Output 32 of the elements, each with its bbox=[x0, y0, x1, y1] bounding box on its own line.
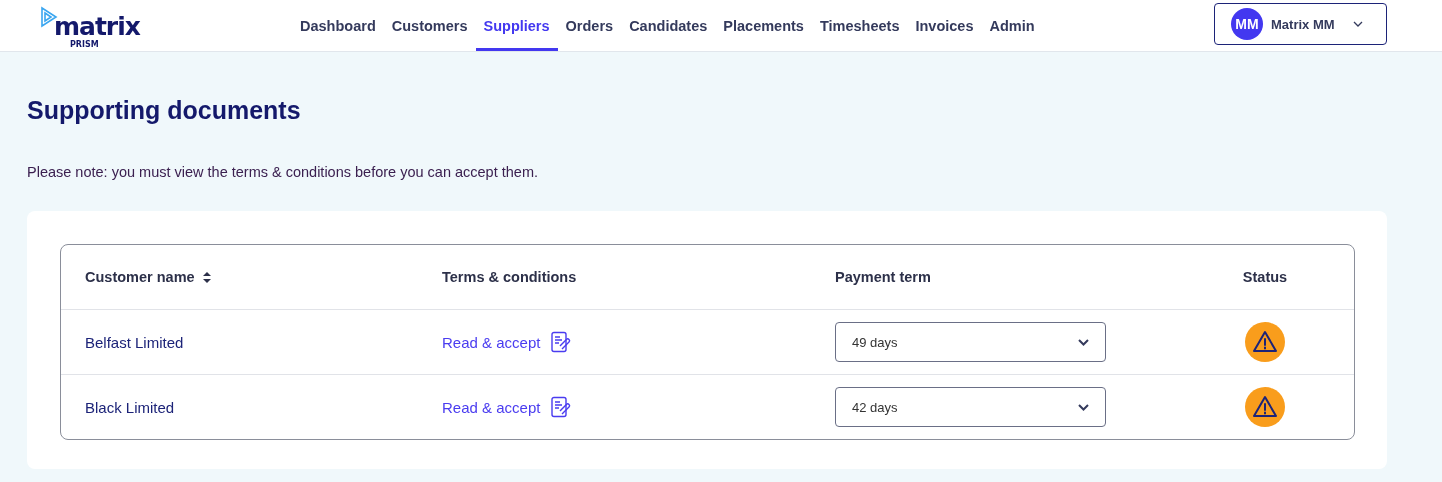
nav-tab[interactable]: Orders bbox=[557, 0, 622, 51]
chevron-down-icon bbox=[1078, 338, 1089, 346]
payment-term-dropdown[interactable]: 49 days bbox=[835, 322, 1106, 362]
column-header[interactable]: Customer name bbox=[85, 269, 195, 285]
document-clip-icon bbox=[550, 396, 573, 418]
payment-term-dropdown[interactable]: 42 days bbox=[835, 387, 1106, 427]
column-header: Payment term bbox=[835, 269, 931, 285]
nav-tab[interactable]: Suppliers bbox=[475, 0, 558, 51]
chevron-down-icon bbox=[1352, 21, 1363, 27]
nav-tab[interactable]: Admin bbox=[981, 0, 1043, 51]
sort-icon[interactable] bbox=[202, 271, 211, 283]
column-header: Status bbox=[1242, 269, 1288, 285]
read-accept-link[interactable]: Read & accept bbox=[442, 396, 573, 418]
nav-tab[interactable]: Timesheets bbox=[811, 0, 908, 51]
chevron-down-icon bbox=[1078, 403, 1089, 411]
page-title: Supporting documents bbox=[27, 96, 302, 126]
logo-icon bbox=[40, 5, 58, 30]
read-accept-link[interactable]: Read & accept bbox=[442, 331, 573, 353]
nav-tab[interactable]: Placements bbox=[715, 0, 812, 51]
nav-tab[interactable]: Dashboard bbox=[292, 0, 384, 51]
customer-name: Black Limited bbox=[85, 398, 175, 416]
user-avatar: MM bbox=[1231, 8, 1263, 40]
logo-text: matrix bbox=[54, 11, 140, 41]
nav-tab[interactable]: Customers bbox=[383, 0, 476, 51]
customer-name: Belfast Limited bbox=[85, 333, 184, 351]
nav-tab[interactable]: Invoices bbox=[907, 0, 982, 51]
user-menu-button[interactable]: MM Matrix MM bbox=[1214, 3, 1387, 45]
nav-tab[interactable]: Candidates bbox=[621, 0, 716, 51]
column-header: Terms & conditions bbox=[442, 269, 577, 285]
document-clip-icon bbox=[550, 331, 573, 353]
logo-tagline: PRISM bbox=[70, 39, 99, 49]
info-note: Please note: you must view the terms & conditions before you can accept them. bbox=[27, 164, 538, 180]
